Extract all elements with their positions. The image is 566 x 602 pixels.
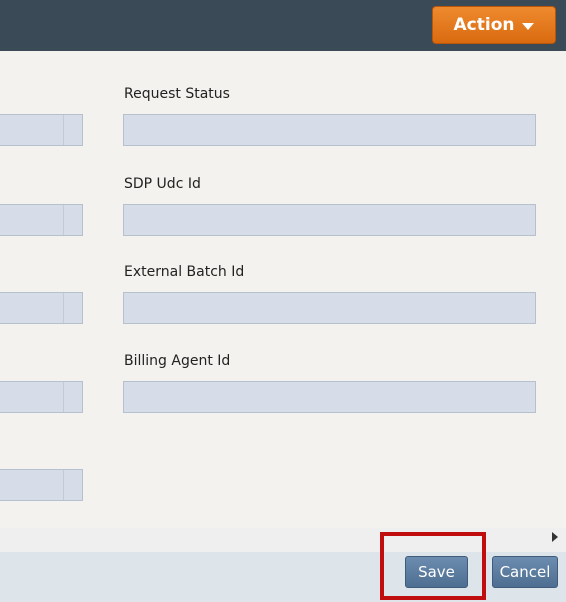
chevron-down-icon	[522, 22, 535, 30]
request-status-label: Request Status	[124, 86, 230, 102]
left-field-1[interactable]	[0, 114, 83, 146]
form-footer	[0, 552, 566, 602]
left-field-2[interactable]	[0, 204, 83, 236]
sdp-udc-id-label: SDP Udc Id	[124, 176, 201, 192]
external-batch-id-input[interactable]	[123, 292, 536, 324]
scroll-right-arrow-icon[interactable]	[552, 532, 558, 542]
left-field-5[interactable]	[0, 469, 83, 501]
left-field-3[interactable]	[0, 292, 83, 324]
request-status-input[interactable]	[123, 114, 536, 146]
billing-agent-id-input[interactable]	[123, 381, 536, 413]
cancel-button[interactable]: Cancel	[492, 556, 558, 588]
form-panel: Request Status SDP Udc Id External Batch…	[0, 51, 566, 528]
action-button-label: Action	[453, 15, 515, 35]
top-toolbar: Action	[0, 0, 566, 51]
left-field-4[interactable]	[0, 381, 83, 413]
save-button[interactable]: Save	[405, 556, 468, 588]
horizontal-scrollbar[interactable]	[0, 528, 566, 552]
external-batch-id-label: External Batch Id	[124, 264, 245, 280]
sdp-udc-id-input[interactable]	[123, 204, 536, 236]
billing-agent-id-label: Billing Agent Id	[124, 353, 231, 369]
action-menu-button[interactable]: Action	[432, 6, 556, 44]
